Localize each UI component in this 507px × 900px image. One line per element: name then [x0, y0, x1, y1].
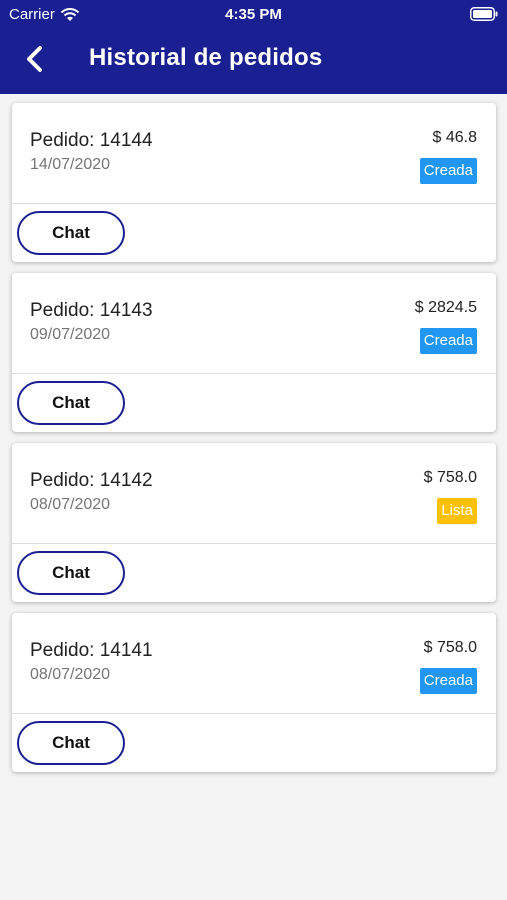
order-card-body[interactable]: Pedido: 14144 14/07/2020 $ 46.8 Creada: [12, 103, 496, 203]
order-id: Pedido: 14144: [30, 130, 153, 151]
order-date: 08/07/2020: [30, 666, 111, 683]
status-time: 4:35 PM: [225, 6, 282, 23]
order-price: $ 758.0: [423, 639, 477, 656]
chat-button[interactable]: Chat: [17, 381, 125, 425]
chevron-left-icon: [27, 46, 42, 72]
order-date: 14/07/2020: [30, 156, 111, 173]
order-id: Pedido: 14142: [30, 470, 153, 491]
card-divider: [12, 373, 496, 374]
card-divider: [12, 543, 496, 544]
battery-icon: [470, 7, 498, 21]
card-divider: [12, 713, 496, 714]
order-price: $ 758.0: [423, 469, 477, 486]
app-header: Carrier 4:35 PM Historial de pedidos: [0, 0, 507, 94]
order-date: 09/07/2020: [30, 326, 111, 343]
status-badge: Creada: [419, 158, 477, 184]
order-id: Pedido: 14143: [30, 300, 153, 321]
chat-button[interactable]: Chat: [17, 721, 125, 765]
order-card: Pedido: 14141 08/07/2020 $ 758.0 Creada …: [12, 613, 496, 772]
card-divider: [12, 203, 496, 204]
chat-button[interactable]: Chat: [17, 211, 125, 255]
chat-button[interactable]: Chat: [17, 551, 125, 595]
order-price: $ 2824.5: [414, 299, 477, 316]
back-button[interactable]: [22, 44, 50, 74]
order-date: 08/07/2020: [30, 496, 111, 513]
status-bar: Carrier 4:35 PM: [0, 0, 507, 28]
order-card: Pedido: 14144 14/07/2020 $ 46.8 Creada C…: [12, 103, 496, 262]
page-title: Historial de pedidos: [89, 44, 323, 71]
status-badge: Creada: [419, 668, 477, 694]
order-card: Pedido: 14142 08/07/2020 $ 758.0 Lista C…: [12, 443, 496, 602]
order-id: Pedido: 14141: [30, 640, 153, 661]
status-badge: Lista: [437, 498, 477, 524]
order-card-body[interactable]: Pedido: 14143 09/07/2020 $ 2824.5 Creada: [12, 273, 496, 373]
status-badge: Creada: [419, 328, 477, 354]
order-card-body[interactable]: Pedido: 14142 08/07/2020 $ 758.0 Lista: [12, 443, 496, 543]
order-price: $ 46.8: [432, 129, 477, 146]
order-card-body[interactable]: Pedido: 14141 08/07/2020 $ 758.0 Creada: [12, 613, 496, 713]
order-card: Pedido: 14143 09/07/2020 $ 2824.5 Creada…: [12, 273, 496, 432]
